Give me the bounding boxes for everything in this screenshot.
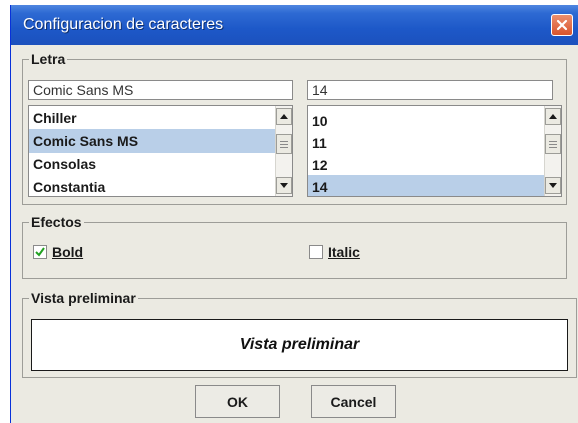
letra-group: Letra Comic Sans MS 14 Chiller Comic San… bbox=[22, 51, 567, 205]
size-scroll-up-button[interactable] bbox=[545, 108, 561, 125]
font-scroll-up-button[interactable] bbox=[276, 108, 292, 125]
arrow-up-icon bbox=[280, 114, 288, 119]
dialog-window: Configuracion de caracteres Letra Comic … bbox=[10, 5, 578, 423]
efectos-group-label: Efectos bbox=[29, 214, 84, 230]
font-list-item-consolas[interactable]: Consolas bbox=[29, 152, 277, 176]
size-scroll-thumb[interactable] bbox=[545, 134, 561, 154]
size-list-item-14[interactable]: 14 bbox=[308, 175, 546, 196]
italic-label: Italic bbox=[328, 244, 360, 260]
arrow-down-icon bbox=[549, 183, 557, 188]
font-list-scrollbar[interactable] bbox=[275, 106, 292, 196]
window-title: Configuracion de caracteres bbox=[23, 16, 224, 33]
bold-label: Bold bbox=[52, 244, 84, 260]
font-scroll-down-button[interactable] bbox=[276, 177, 292, 194]
size-list-item-12[interactable]: 12 bbox=[308, 153, 546, 177]
bold-checkbox-row[interactable]: Bold bbox=[33, 244, 83, 260]
size-list-scrollbar[interactable] bbox=[544, 106, 561, 196]
font-list[interactable]: Chiller Comic Sans MS Consolas Constanti… bbox=[28, 105, 293, 197]
ok-button[interactable]: OK bbox=[195, 385, 280, 418]
font-size-field[interactable]: 14 bbox=[307, 80, 553, 100]
size-list-item-10[interactable]: 10 bbox=[308, 109, 546, 133]
cancel-button[interactable]: Cancel bbox=[311, 385, 396, 418]
vista-preliminar-group-label: Vista preliminar bbox=[29, 290, 138, 306]
font-name-field[interactable]: Comic Sans MS bbox=[28, 80, 293, 100]
size-list-item-11[interactable]: 11 bbox=[308, 131, 546, 155]
preview-text: Vista preliminar bbox=[31, 319, 568, 371]
bold-checkbox[interactable] bbox=[33, 245, 47, 259]
italic-checkbox[interactable] bbox=[309, 245, 323, 259]
letra-group-label: Letra bbox=[29, 51, 68, 67]
title-bar[interactable]: Configuracion de caracteres bbox=[11, 5, 578, 45]
efectos-group: Efectos Bold Italic bbox=[22, 214, 567, 279]
close-button[interactable] bbox=[551, 14, 573, 36]
font-list-item-chiller[interactable]: Chiller bbox=[29, 106, 277, 130]
italic-checkbox-row[interactable]: Italic bbox=[309, 244, 360, 260]
size-list[interactable]: 10 11 12 14 bbox=[307, 105, 562, 197]
arrow-down-icon bbox=[280, 183, 288, 188]
font-list-item-comic-sans-ms[interactable]: Comic Sans MS bbox=[29, 129, 277, 153]
size-scroll-down-button[interactable] bbox=[545, 177, 561, 194]
font-list-item-constantia[interactable]: Constantia bbox=[29, 175, 277, 196]
font-scroll-thumb[interactable] bbox=[276, 134, 292, 154]
arrow-up-icon bbox=[549, 114, 557, 119]
vista-preliminar-group: Vista preliminar Vista preliminar bbox=[22, 290, 577, 378]
close-icon bbox=[556, 19, 568, 31]
checkmark-icon bbox=[35, 247, 45, 257]
